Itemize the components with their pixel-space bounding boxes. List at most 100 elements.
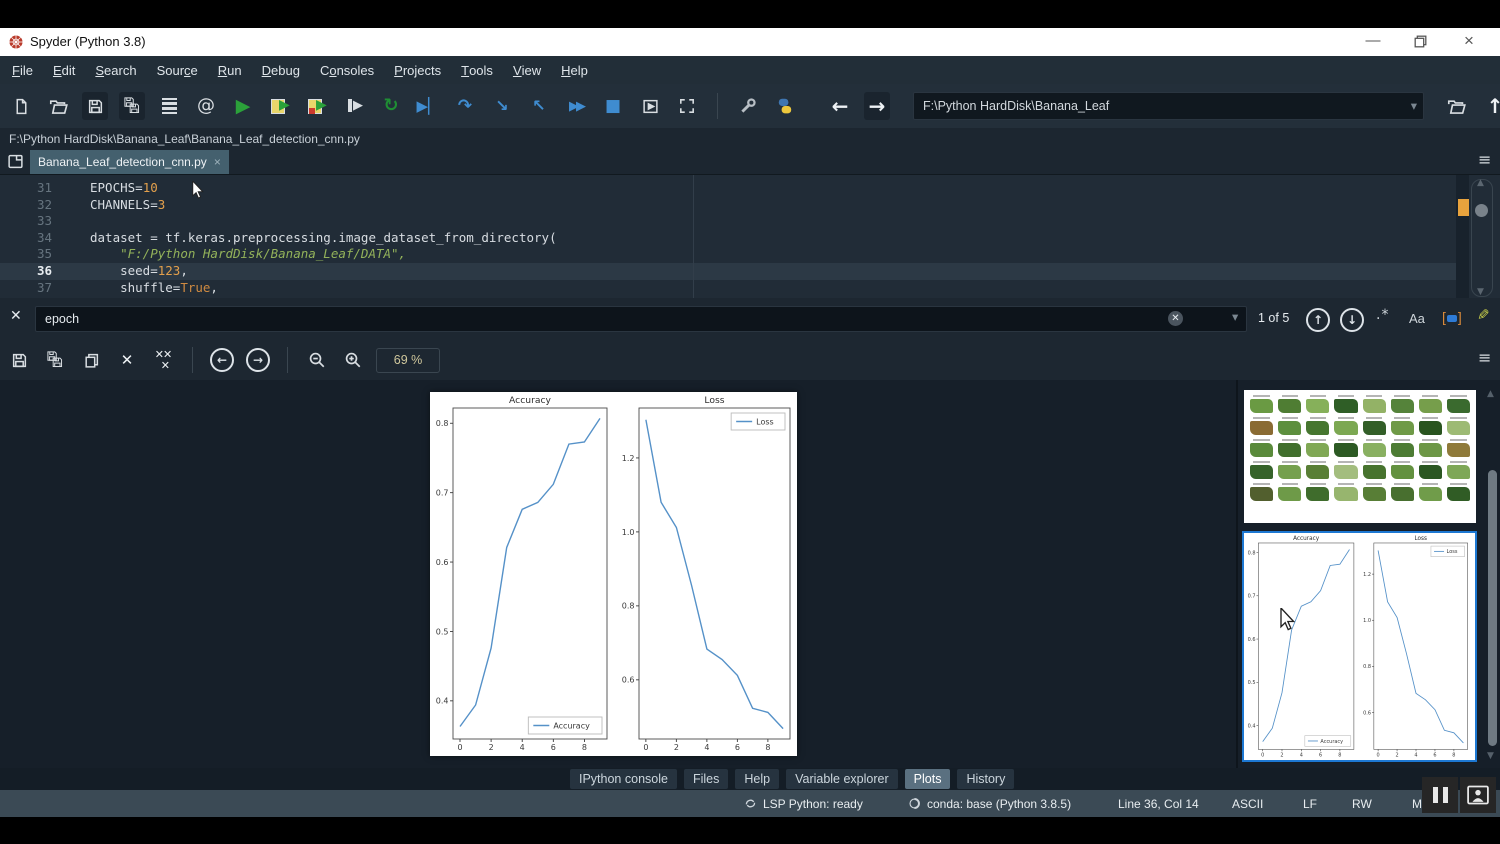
code-line-32[interactable]: 32CHANNELS=3 bbox=[0, 197, 1456, 214]
scroll-up-icon[interactable]: ▲ bbox=[1477, 179, 1484, 188]
thumbs-scroll-thumb[interactable] bbox=[1488, 470, 1497, 746]
close-icon[interactable]: × bbox=[1464, 31, 1474, 51]
match-case-icon[interactable]: Aa bbox=[1409, 311, 1425, 326]
run-cell-advance-icon[interactable]: ▶ bbox=[304, 92, 330, 120]
save-all-plots-icon[interactable] bbox=[42, 346, 68, 374]
find-previous[interactable]: ↑ bbox=[1306, 308, 1330, 332]
svg-text:0.5: 0.5 bbox=[1248, 680, 1256, 686]
find-input[interactable] bbox=[35, 306, 1247, 332]
highlight-icon[interactable]: ✎ bbox=[1477, 308, 1490, 323]
plot-thumbnail-dataset[interactable] bbox=[1244, 390, 1476, 523]
python-env-icon[interactable] bbox=[772, 92, 798, 120]
menu-source[interactable]: Source bbox=[147, 56, 208, 84]
working-directory-combo[interactable]: F:\Python HardDisk\Banana_Leaf ▾ bbox=[913, 92, 1424, 120]
code-line-31[interactable]: 31EPOCHS=10 bbox=[0, 180, 1456, 197]
clear-icon[interactable]: ✕ bbox=[1168, 311, 1183, 326]
plot-thumbnail-selected[interactable]: 024680.40.50.60.70.8AccuracyAccuracy0246… bbox=[1242, 531, 1477, 762]
thumbs-scroll-down-icon[interactable]: ▼ bbox=[1487, 752, 1494, 761]
run-selection-icon[interactable]: ▶ bbox=[341, 92, 367, 120]
plots-options-icon[interactable]: ≡ bbox=[1478, 350, 1491, 366]
snapshot-icon[interactable] bbox=[1460, 777, 1496, 813]
pane-tab-plots[interactable]: Plots bbox=[905, 769, 951, 789]
browse-tabs-icon[interactable] bbox=[7, 153, 24, 170]
leaf-sample bbox=[1306, 461, 1329, 479]
code-line-33[interactable]: 33 bbox=[0, 213, 1456, 230]
whole-words-icon[interactable]: [] bbox=[1442, 309, 1462, 325]
menu-tools[interactable]: Tools bbox=[451, 56, 503, 84]
preferences-icon[interactable] bbox=[735, 92, 761, 120]
pane-tab-variable-explorer[interactable]: Variable explorer bbox=[786, 769, 898, 789]
save-all-icon[interactable] bbox=[119, 92, 145, 120]
copy-plot-icon[interactable] bbox=[78, 346, 104, 374]
pane-tab-help[interactable]: Help bbox=[735, 769, 779, 789]
pause-icon[interactable] bbox=[1422, 777, 1458, 813]
stop-icon[interactable]: ■ bbox=[600, 92, 626, 120]
next-plot-icon[interactable]: → bbox=[245, 346, 271, 374]
tab-close-icon[interactable]: × bbox=[214, 155, 221, 169]
regex-icon[interactable]: .* bbox=[1376, 308, 1389, 322]
step-over-icon[interactable]: ↷ bbox=[452, 92, 478, 120]
menu-file[interactable]: File bbox=[2, 56, 43, 84]
forward-icon[interactable]: → bbox=[864, 92, 890, 120]
find-close-icon[interactable]: ✕ bbox=[10, 309, 22, 323]
run-icon[interactable]: ▶ bbox=[230, 92, 256, 120]
rerun-icon[interactable]: ↻ bbox=[378, 92, 404, 120]
editor-scroll-thumb[interactable] bbox=[1475, 204, 1488, 217]
svg-text:1.2: 1.2 bbox=[622, 454, 635, 463]
pane-tab-history[interactable]: History bbox=[957, 769, 1014, 789]
code-line-36[interactable]: 36 seed=123, bbox=[0, 263, 1456, 280]
editor-scrollbar[interactable]: ▲ ▼ bbox=[1471, 179, 1493, 297]
line-number: 32 bbox=[0, 197, 52, 214]
menu-consoles[interactable]: Consoles bbox=[310, 56, 384, 84]
editor-options-icon[interactable]: ≡ bbox=[1478, 152, 1491, 168]
code-line-37[interactable]: 37 shuffle=True, bbox=[0, 280, 1456, 297]
parent-dir-icon[interactable]: ↑ bbox=[1482, 92, 1500, 120]
previous-plot-icon[interactable]: ← bbox=[209, 346, 235, 374]
open-file-icon[interactable] bbox=[45, 92, 71, 120]
outline-explorer-icon[interactable] bbox=[156, 92, 182, 120]
save-icon[interactable] bbox=[82, 92, 108, 120]
back-icon[interactable]: ← bbox=[827, 92, 853, 120]
thumbs-scrollbar[interactable] bbox=[1488, 402, 1497, 752]
new-file-icon[interactable] bbox=[8, 92, 34, 120]
code-editor[interactable]: 31EPOCHS=1032CHANNELS=33334dataset = tf.… bbox=[0, 174, 1500, 300]
symbol-finder-icon[interactable]: @ bbox=[193, 92, 219, 120]
debug-continue-icon[interactable]: ▶▶ bbox=[563, 92, 589, 120]
step-return-icon[interactable]: ↖ bbox=[526, 92, 552, 120]
close-plot-icon[interactable]: ✕ bbox=[114, 346, 140, 374]
code-line-35[interactable]: 35 "F:/Python HardDisk/Banana_Leaf/DATA"… bbox=[0, 246, 1456, 263]
menu-view[interactable]: View bbox=[503, 56, 551, 84]
menu-run[interactable]: Run bbox=[208, 56, 252, 84]
plots-zoom-level[interactable]: 69 % bbox=[376, 348, 440, 373]
pane-tab-ipython-console[interactable]: IPython console bbox=[570, 769, 677, 789]
menu-help[interactable]: Help bbox=[551, 56, 598, 84]
scroll-down-icon[interactable]: ▼ bbox=[1477, 288, 1484, 297]
zoom-out-icon[interactable] bbox=[304, 346, 330, 374]
step-into-icon[interactable]: ↘ bbox=[489, 92, 515, 120]
svg-text:0.6: 0.6 bbox=[622, 676, 635, 685]
menu-edit[interactable]: Edit bbox=[43, 56, 85, 84]
toolbar-separator bbox=[192, 347, 193, 373]
minimize-icon[interactable]: — bbox=[1358, 32, 1388, 49]
pane-tab-files[interactable]: Files bbox=[684, 769, 728, 789]
restore-icon[interactable] bbox=[1412, 33, 1429, 50]
editor-tab[interactable]: Banana_Leaf_detection_cnn.py × bbox=[30, 150, 229, 174]
search-match-marker[interactable] bbox=[1458, 199, 1469, 216]
debug-file-icon[interactable]: ▶▏ bbox=[415, 92, 441, 120]
zoom-in-icon[interactable] bbox=[340, 346, 366, 374]
code-line-34[interactable]: 34dataset = tf.keras.preprocessing.image… bbox=[0, 230, 1456, 247]
menu-search[interactable]: Search bbox=[85, 56, 146, 84]
run-external-icon[interactable] bbox=[637, 92, 663, 120]
maximize-pane-icon[interactable] bbox=[674, 92, 700, 120]
thumbs-scroll-up-icon[interactable]: ▲ bbox=[1487, 390, 1494, 399]
menu-projects[interactable]: Projects bbox=[384, 56, 451, 84]
open-dir-icon[interactable] bbox=[1443, 92, 1469, 120]
find-next[interactable]: ↓ bbox=[1340, 308, 1364, 332]
save-plot-icon[interactable] bbox=[6, 346, 32, 374]
find-dropdown-icon[interactable]: ▾ bbox=[1232, 311, 1238, 324]
run-cell-icon[interactable]: ▶ bbox=[267, 92, 293, 120]
dropdown-icon[interactable]: ▾ bbox=[1411, 100, 1423, 113]
pane-divider[interactable] bbox=[1236, 380, 1238, 768]
menu-debug[interactable]: Debug bbox=[252, 56, 310, 84]
close-all-plots-icon[interactable]: ✕✕✕ bbox=[150, 346, 176, 374]
